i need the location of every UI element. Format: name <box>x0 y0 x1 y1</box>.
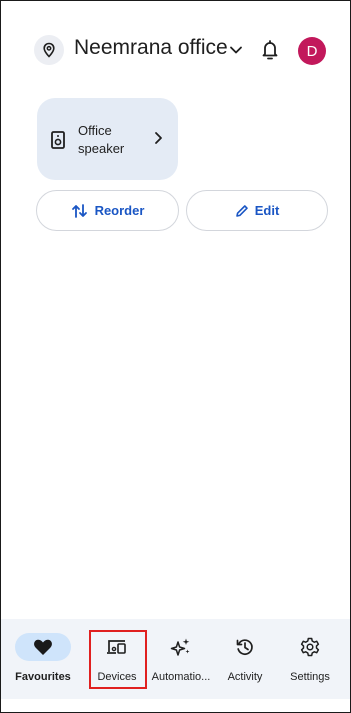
gear-icon <box>300 637 320 657</box>
edit-label: Edit <box>254 203 280 218</box>
nav-item-favourites[interactable]: Favourites <box>1 619 85 699</box>
chevron-down-icon[interactable] <box>227 41 245 59</box>
reorder-button[interactable]: Reorder <box>36 190 179 231</box>
home-header: Neemrana office D <box>34 32 334 72</box>
avatar[interactable]: D <box>298 37 326 65</box>
nav-item-settings[interactable]: Settings <box>277 619 343 699</box>
sparkle-icon <box>170 638 190 656</box>
nav-label-settings: Settings <box>290 671 330 683</box>
device-tile-office-speaker[interactable]: Office speaker <box>37 98 178 180</box>
pencil-icon <box>235 204 248 217</box>
history-icon <box>236 639 253 655</box>
edit-button[interactable]: Edit <box>186 190 328 231</box>
location-pin-icon[interactable] <box>34 35 64 65</box>
app-frame: Neemrana office D Office speaker Reorder <box>0 0 351 713</box>
nav-label-activity: Activity <box>227 671 263 683</box>
nav-label-automations: Automatio... <box>151 671 211 683</box>
devices-highlight-box <box>89 630 147 689</box>
nav-item-automations[interactable]: Automatio... <box>149 619 213 699</box>
nav-item-activity[interactable]: Activity <box>213 619 277 699</box>
speaker-icon <box>51 131 65 149</box>
home-name[interactable]: Neemrana office <box>74 36 228 60</box>
nav-label-favourites: Favourites <box>15 671 71 683</box>
nav-active-indicator <box>15 633 71 661</box>
bell-icon[interactable] <box>259 38 281 62</box>
reorder-icon <box>71 203 87 218</box>
chevron-right-icon <box>155 132 162 144</box>
bottom-navigation: Favourites Devices Automatio... Activity… <box>1 619 350 699</box>
device-tile-label: Office speaker <box>78 123 125 156</box>
reorder-label: Reorder <box>94 203 145 218</box>
heart-icon <box>34 639 52 655</box>
